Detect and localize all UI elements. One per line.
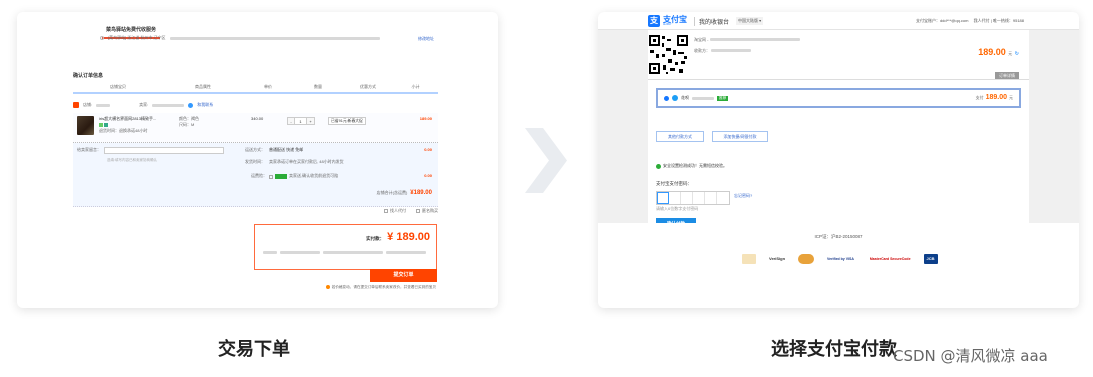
check-icon xyxy=(656,163,661,169)
password-hint: 请输入6位数字支付密码 xyxy=(656,206,699,211)
cert-icon xyxy=(742,254,756,264)
visa-logo: Verified by VISA xyxy=(827,257,854,261)
caption-alipay: 选择支付宝付款 xyxy=(771,339,897,360)
message-input[interactable]: 选填:填写内容已和卖家协商确认 xyxy=(104,147,224,162)
chevron-right-icon xyxy=(525,128,567,193)
password-label: 支付宝支付密码： xyxy=(656,181,692,186)
product-size: 尺码：M xyxy=(179,122,195,127)
radio-selected-icon xyxy=(664,95,669,101)
cashier-card: 淘宝网 - 收款方： 189.00 元 ↻ 订单详情 花呗 推荐 支付 189.… xyxy=(648,30,1029,230)
insurance-fee: 0.00 xyxy=(424,173,432,178)
alipay-cashier-screenshot: 支 支付宝 ALIPAY 我的收银台 中国大陆版 ▾ 支付宝账户：ddd***@… xyxy=(598,12,1079,308)
unit-price: 340.00 xyxy=(251,116,264,121)
plus-button[interactable]: + xyxy=(307,118,314,124)
submit-order-button[interactable]: 提交订单 xyxy=(370,269,437,282)
shipping-fee: 0.00 xyxy=(424,147,432,152)
huabei-icon xyxy=(672,95,678,101)
chat-icon[interactable] xyxy=(188,102,194,108)
pay-summary: 实付款： ¥ 189.00 xyxy=(254,224,437,270)
anonymous-checkbox xyxy=(416,209,420,214)
column-headers: 店铺宝贝 商品属性 单价 数量 优惠方式 小计 xyxy=(73,84,438,94)
cashier-title: 我的收银台 xyxy=(694,16,729,26)
trust-logos: VeriSign Verified by VISA MasterCard Sec… xyxy=(742,254,938,264)
product-thumbnail[interactable] xyxy=(77,116,94,135)
seller-line: 收款方： xyxy=(694,48,752,54)
icp-text: ICP证：沪B2-20150087 xyxy=(814,234,863,239)
address-radio[interactable] xyxy=(100,36,104,41)
order-extras: 给卖家留言： 选填:填写内容已和卖家协商确认 运送方式： 普通配送 快递 免邮 … xyxy=(73,143,438,207)
watermark: CSDN @清风微凉 aaa xyxy=(893,347,1048,365)
caption-order: 交易下单 xyxy=(218,339,290,360)
forgot-password-link[interactable]: 忘记密码? xyxy=(734,193,752,199)
item-subtotal: 189.00 xyxy=(419,116,432,121)
minus-button[interactable]: - xyxy=(288,118,295,124)
add-card-button[interactable]: 添加快捷/网银付款 xyxy=(712,131,768,142)
badge-icon xyxy=(99,123,103,127)
region-select[interactable]: 中国大陆版 ▾ xyxy=(736,17,764,25)
insurance-badge xyxy=(275,174,287,179)
other-methods-button[interactable]: 其他付款方式 xyxy=(656,131,704,142)
payment-method-huabei[interactable]: 花呗 推荐 支付 189.00 元 xyxy=(656,88,1021,108)
recommend-badge: 推荐 xyxy=(717,95,729,101)
section-title: 确认订单信息 xyxy=(73,73,104,79)
shop-row: 店铺: 卖家: 和我联系 xyxy=(73,102,213,108)
safe-notice: 安全设置检测成功！无需短信校验。 xyxy=(656,163,727,169)
mastercard-logo: MasterCard SecureCode xyxy=(869,257,911,261)
jcb-logo: JCB xyxy=(923,254,938,264)
product-line: 淘宝网 - xyxy=(694,37,800,43)
cashier-footer: ICP证：沪B2-20150087 VeriSign Verified by V… xyxy=(598,223,1079,308)
badge-icon xyxy=(104,123,108,127)
verisign-logo: VeriSign xyxy=(769,256,786,261)
insurance-checkbox[interactable] xyxy=(269,174,273,179)
cashier-header: 支 支付宝 ALIPAY 我的收银台 中国大陆版 ▾ 支付宝账户：ddd***@… xyxy=(598,12,1079,30)
account-info: 支付宝账户：ddd***@qq.com 我人代付 | 唯一热线：95188 xyxy=(915,18,1024,23)
order-item-row: iris超大横名界面网2813精致手... 退货时间：退换承诺48小时 颜色：褐… xyxy=(73,113,438,143)
modify-address-link[interactable]: 修改地址 xyxy=(418,36,434,42)
quantity-input[interactable]: 1 xyxy=(295,118,307,124)
alipay-logo[interactable]: 支 支付宝 ALIPAY 我的收银台 中国大陆版 ▾ xyxy=(648,15,764,27)
order-amount: 189.00 元 ↻ xyxy=(978,47,1019,57)
submit-notice: 若价格变动，请在提交订单后联系卖家改价，并查看已买到的宝贝 xyxy=(331,285,436,289)
seal-icon xyxy=(798,254,815,264)
friend-pay-checkbox xyxy=(384,209,388,214)
promo-select[interactable]: 已省91元:新春大促 xyxy=(328,117,366,125)
product-title[interactable]: iris超大横名界面网2813精致手... xyxy=(99,116,156,122)
quantity-stepper[interactable]: - 1 + xyxy=(287,117,315,125)
alipay-icon: 支 xyxy=(648,15,660,27)
delivery-time: 卖家承诺订单在买家付款后, 48小时内发货 xyxy=(269,159,344,164)
comparison-figure: 菜鸟驿站免费代收服务 [菜鸟驿站] 浙江省 杭州市 辽宁区 修改地址 确认订单信… xyxy=(0,0,1093,377)
order-confirm-screenshot: 菜鸟驿站免费代收服务 [菜鸟驿站] 浙江省 杭州市 辽宁区 修改地址 确认订单信… xyxy=(17,12,498,308)
shipping-method[interactable]: 普通配送 快递 免邮 xyxy=(269,147,303,153)
shop-total: ¥189.00 xyxy=(410,190,432,196)
pay-amount: ¥ 189.00 xyxy=(387,231,430,243)
tmall-icon xyxy=(73,102,79,108)
warning-icon xyxy=(325,285,330,290)
qr-code[interactable] xyxy=(648,34,689,75)
product-promise: 退货时间：退换承诺48小时 xyxy=(99,128,148,133)
address-line[interactable]: [菜鸟驿站] 浙江省 杭州市 辽宁区 xyxy=(100,35,435,41)
password-input[interactable] xyxy=(656,191,730,205)
